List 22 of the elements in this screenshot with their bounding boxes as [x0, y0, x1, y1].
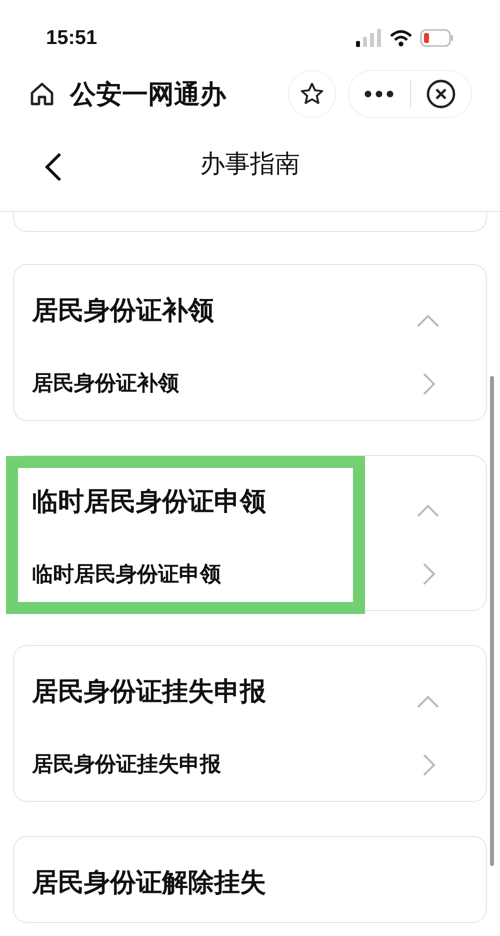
guide-item[interactable]: 居民身份证挂失申报: [32, 749, 468, 780]
battery-icon: [420, 29, 454, 47]
chevron-right-icon: [422, 562, 436, 586]
card-title: 临时居民身份证申领: [32, 484, 266, 518]
guide-item[interactable]: 临时居民身份证申领: [32, 558, 468, 590]
status-time: 15:51: [46, 26, 98, 51]
more-icon: [364, 90, 394, 98]
back-icon: [43, 151, 63, 183]
guide-item[interactable]: 居民身份证补领: [32, 368, 468, 400]
card-title: 居民身份证挂失申报: [32, 675, 266, 708]
app-title: 公安一网通办: [70, 78, 226, 110]
signal-icon: [356, 29, 382, 47]
favorite-button[interactable]: [288, 70, 336, 118]
close-icon: [426, 79, 456, 109]
wifi-icon: [390, 30, 412, 46]
card-title: 居民身份证补领: [32, 294, 214, 327]
chevron-right-icon: [422, 372, 436, 396]
chevron-right-icon: [422, 752, 436, 777]
home-icon[interactable]: [28, 80, 56, 108]
page-title: 办事指南: [200, 148, 300, 180]
card-title: 居民身份证解除挂失: [32, 866, 266, 898]
star-icon: [299, 81, 325, 107]
